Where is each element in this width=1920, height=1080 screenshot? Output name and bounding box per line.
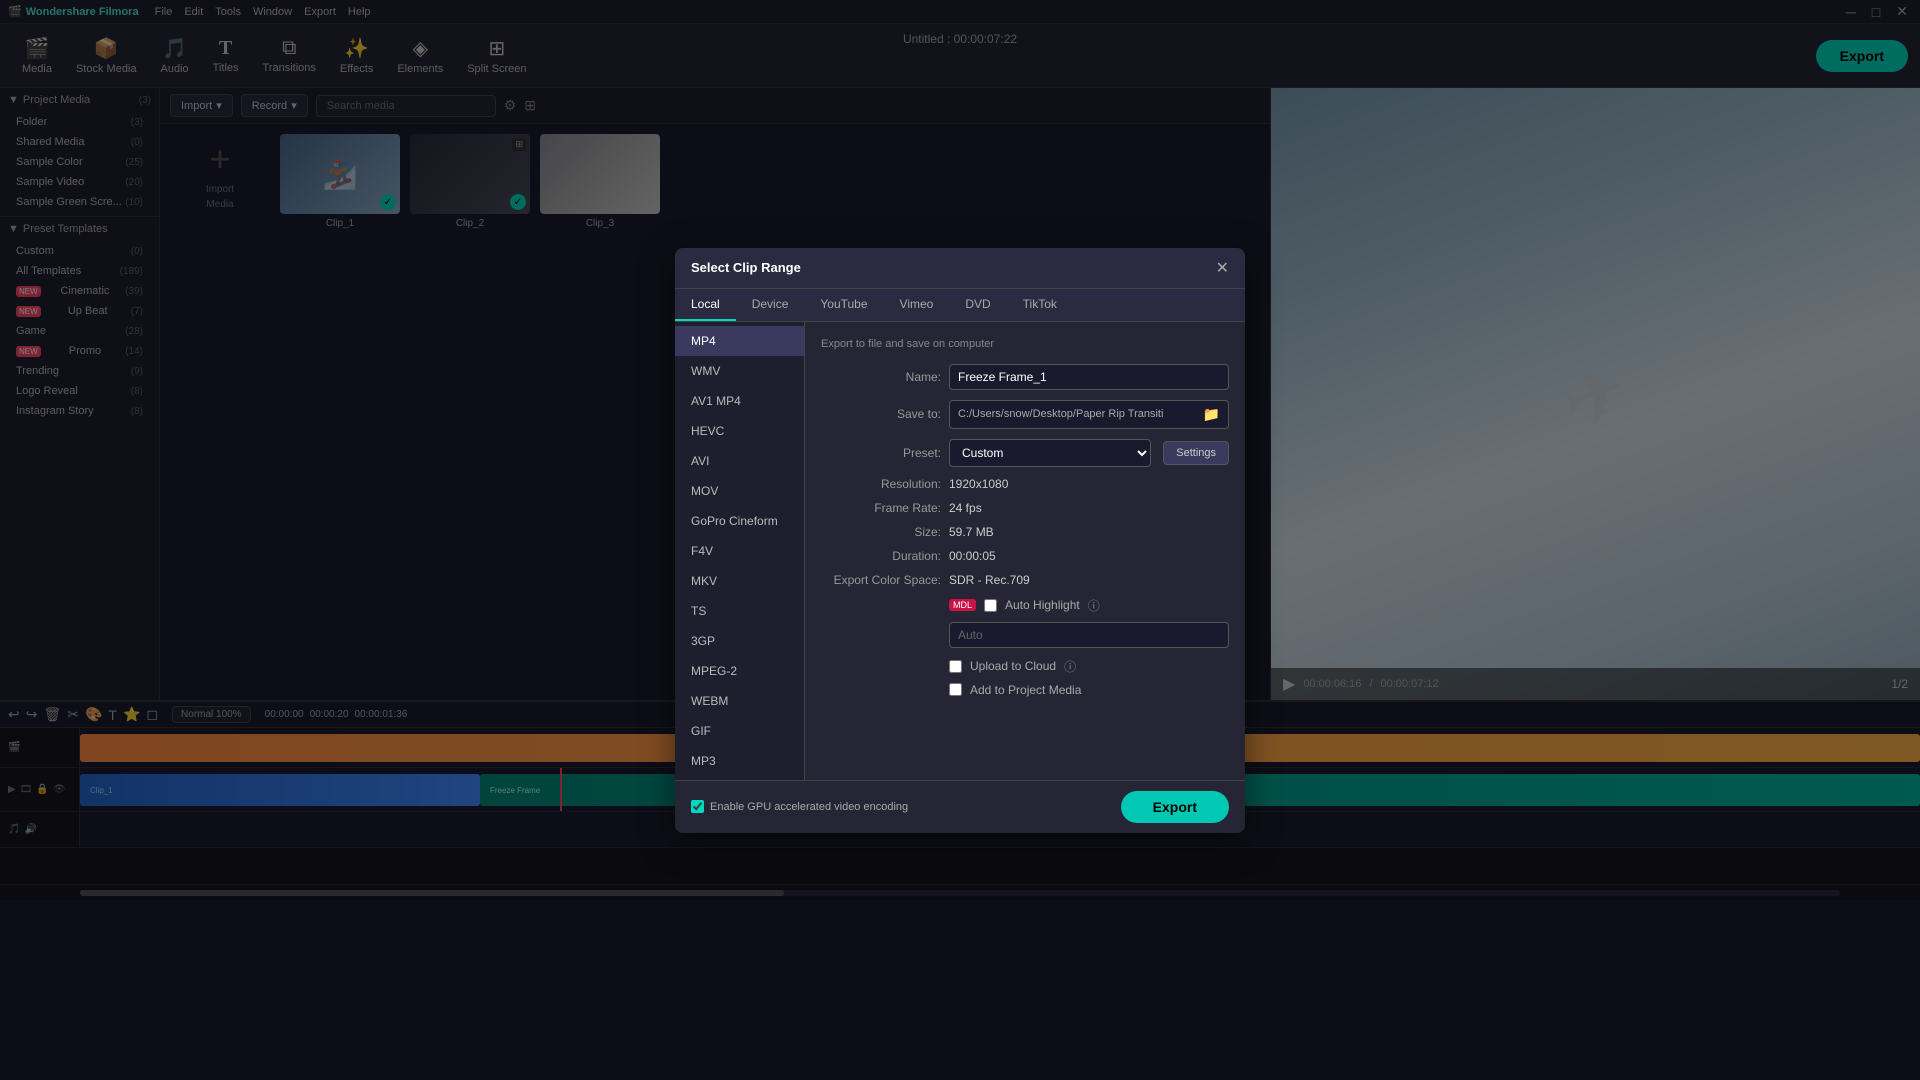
add-project-label: Add to Project Media <box>970 683 1081 697</box>
add-project-checkbox[interactable] <box>949 683 962 696</box>
format-ts[interactable]: TS <box>675 596 804 626</box>
upload-cloud-checkbox[interactable] <box>949 660 962 673</box>
format-mp3[interactable]: MP3 <box>675 746 804 776</box>
form-row-auto <box>949 622 1229 648</box>
format-mov[interactable]: MOV <box>675 476 804 506</box>
tab-vimeo[interactable]: Vimeo <box>884 289 950 321</box>
form-row-resolution: Resolution: 1920x1080 <box>821 477 1229 491</box>
format-list: MP4 WMV AV1 MP4 HEVC AVI MOV GoPro Cinef… <box>675 322 805 780</box>
format-gopro[interactable]: GoPro Cineform <box>675 506 804 536</box>
preset-label: Preset: <box>821 446 941 460</box>
duration-value: 00:00:05 <box>949 549 996 563</box>
save-to-label: Save to: <box>821 407 941 421</box>
form-row-preset: Preset: Custom Settings <box>821 439 1229 467</box>
name-label: Name: <box>821 370 941 384</box>
save-path-value: C:/Users/snow/Desktop/Paper Rip Transiti <box>958 408 1163 420</box>
color-space-label: Export Color Space: <box>821 573 941 587</box>
browse-button[interactable]: 📁 <box>1203 406 1220 423</box>
format-wmv[interactable]: WMV <box>675 356 804 386</box>
upload-row: Upload to Cloud ⓘ <box>949 658 1229 675</box>
gpu-checkbox[interactable] <box>691 800 704 813</box>
resolution-label: Resolution: <box>821 477 941 491</box>
auto-highlight-info-icon[interactable]: ⓘ <box>1088 597 1100 614</box>
tab-dvd[interactable]: DVD <box>949 289 1006 321</box>
size-label: Size: <box>821 525 941 539</box>
form-row-color-space: Export Color Space: SDR - Rec.709 <box>821 573 1229 587</box>
gpu-label: Enable GPU accelerated video encoding <box>710 801 908 813</box>
form-row-duration: Duration: 00:00:05 <box>821 549 1229 563</box>
format-mkv[interactable]: MKV <box>675 566 804 596</box>
format-gif[interactable]: GIF <box>675 716 804 746</box>
dialog-footer: Enable GPU accelerated video encoding Ex… <box>675 780 1245 833</box>
form-row-size: Size: 59.7 MB <box>821 525 1229 539</box>
mdl-badge: MDL <box>949 599 976 611</box>
dialog-close-button[interactable]: ✕ <box>1216 258 1229 278</box>
preset-select[interactable]: Custom <box>949 439 1151 467</box>
format-avi[interactable]: AVI <box>675 446 804 476</box>
duration-label: Duration: <box>821 549 941 563</box>
tab-local[interactable]: Local <box>675 289 736 321</box>
name-input[interactable] <box>949 364 1229 390</box>
export-main-button[interactable]: Export <box>1121 791 1229 823</box>
format-f4v[interactable]: F4V <box>675 536 804 566</box>
format-webm[interactable]: WEBM <box>675 686 804 716</box>
auto-highlight-row: MDL Auto Highlight ⓘ <box>949 597 1229 614</box>
frame-rate-label: Frame Rate: <box>821 501 941 515</box>
format-mp4[interactable]: MP4 <box>675 326 804 356</box>
modal-overlay: Select Clip Range ✕ Local Device YouTube… <box>0 0 1920 1080</box>
add-row: Add to Project Media <box>949 683 1229 697</box>
save-path-display: C:/Users/snow/Desktop/Paper Rip Transiti… <box>949 400 1229 429</box>
auto-highlight-label: Auto Highlight <box>1005 598 1080 612</box>
tab-youtube[interactable]: YouTube <box>804 289 883 321</box>
dialog-settings: Export to file and save on computer Name… <box>805 322 1245 780</box>
gpu-checkbox-row: Enable GPU accelerated video encoding <box>691 800 908 813</box>
form-row-name: Name: <box>821 364 1229 390</box>
format-3gp[interactable]: 3GP <box>675 626 804 656</box>
form-row-save-to: Save to: C:/Users/snow/Desktop/Paper Rip… <box>821 400 1229 429</box>
frame-rate-value: 24 fps <box>949 501 982 515</box>
dialog-header: Select Clip Range ✕ <box>675 248 1245 289</box>
upload-info-icon[interactable]: ⓘ <box>1064 658 1076 675</box>
export-note: Export to file and save on computer <box>821 338 1229 350</box>
size-value: 59.7 MB <box>949 525 994 539</box>
format-mpeg2[interactable]: MPEG-2 <box>675 656 804 686</box>
dialog-body: MP4 WMV AV1 MP4 HEVC AVI MOV GoPro Cinef… <box>675 322 1245 780</box>
dialog-tabs: Local Device YouTube Vimeo DVD TikTok <box>675 289 1245 322</box>
tab-tiktok[interactable]: TikTok <box>1007 289 1073 321</box>
auto-input[interactable] <box>949 622 1229 648</box>
form-row-frame-rate: Frame Rate: 24 fps <box>821 501 1229 515</box>
format-av1mp4[interactable]: AV1 MP4 <box>675 386 804 416</box>
resolution-value: 1920x1080 <box>949 477 1008 491</box>
auto-highlight-checkbox[interactable] <box>984 599 997 612</box>
export-dialog: Select Clip Range ✕ Local Device YouTube… <box>675 248 1245 833</box>
format-hevc[interactable]: HEVC <box>675 416 804 446</box>
settings-button[interactable]: Settings <box>1163 441 1229 465</box>
tab-device[interactable]: Device <box>736 289 805 321</box>
color-space-value: SDR - Rec.709 <box>949 573 1030 587</box>
upload-cloud-label: Upload to Cloud <box>970 659 1056 673</box>
dialog-title: Select Clip Range <box>691 260 801 275</box>
